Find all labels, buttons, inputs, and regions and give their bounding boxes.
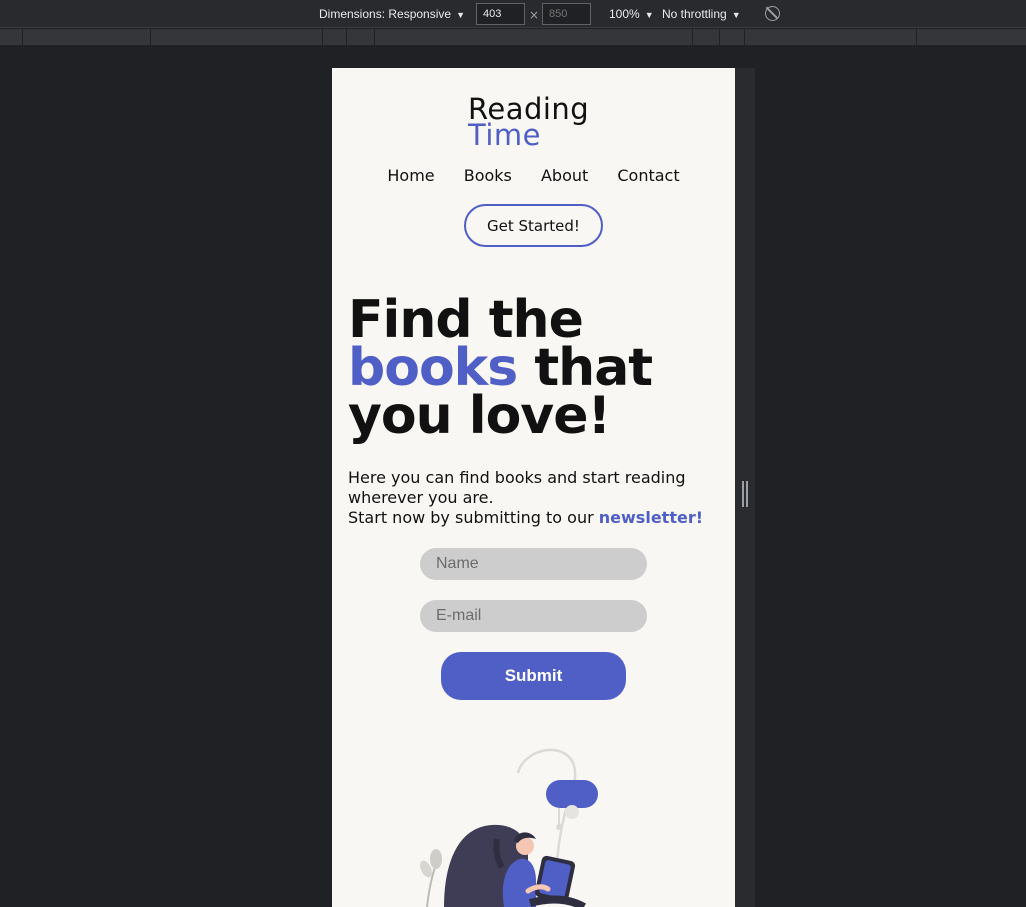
media-query-segment[interactable] [322, 29, 323, 45]
height-input[interactable] [542, 3, 591, 25]
lamp-bulb [565, 805, 579, 819]
width-input[interactable] [476, 3, 525, 25]
media-query-segment[interactable] [916, 29, 917, 45]
plant-leaf [430, 849, 442, 869]
nav-item-about[interactable]: About [541, 166, 588, 185]
throttling-label: No throttling [662, 7, 727, 21]
devtools-device-toolbar: Dimensions: Responsive ▼ × 100% ▼ No throt… [0, 0, 1026, 28]
nav-item-books[interactable]: Books [464, 166, 512, 185]
dimensions-dropdown[interactable]: Dimensions: Responsive ▼ [319, 7, 465, 21]
site-logo[interactable]: Reading Time [468, 95, 608, 150]
media-query-segment[interactable] [374, 29, 375, 45]
media-query-segment[interactable] [346, 29, 347, 45]
dimensions-label: Dimensions: Responsive [319, 7, 452, 21]
media-query-segment[interactable] [744, 29, 745, 45]
description-line1: Here you can find books and start readin… [348, 468, 686, 507]
media-query-bar [0, 29, 1026, 45]
rotate-icon[interactable] [765, 6, 780, 21]
zoom-label: 100% [609, 7, 640, 21]
hero-description: Here you can find books and start readin… [348, 468, 718, 528]
hero-text-part3: you love! [348, 386, 611, 446]
main-nav: Home Books About Contact [332, 166, 735, 185]
chevron-down-icon: ▼ [731, 10, 741, 20]
email-field[interactable] [420, 600, 647, 632]
media-query-segment[interactable] [22, 29, 23, 45]
media-query-segment[interactable] [719, 29, 720, 45]
newsletter-highlight: newsletter! [598, 508, 703, 527]
emulated-viewport: Reading Time Home Books About Contact Ge… [332, 68, 735, 907]
reading-woman-illustration [420, 748, 598, 907]
chevron-down-icon: ▼ [644, 10, 654, 20]
media-query-segment[interactable] [692, 29, 693, 45]
nav-item-home[interactable]: Home [387, 166, 434, 185]
nav-item-contact[interactable]: Contact [617, 166, 679, 185]
name-field[interactable] [420, 548, 647, 580]
lamp-shade [546, 780, 598, 808]
lamp-pull [556, 824, 562, 830]
times-symbol: × [529, 8, 540, 22]
chevron-down-icon: ▼ [456, 10, 465, 20]
throttling-dropdown[interactable]: No throttling ▼ [662, 7, 741, 21]
legs [528, 895, 586, 907]
zoom-dropdown[interactable]: 100% ▼ [609, 7, 654, 21]
description-line2: Start now by submitting to our [348, 508, 594, 527]
media-query-segment[interactable] [150, 29, 151, 45]
resize-handle[interactable] [742, 481, 748, 507]
submit-button[interactable]: Submit [441, 652, 626, 700]
hero-heading: Find the books that you love! [348, 294, 728, 442]
get-started-button[interactable]: Get Started! [464, 204, 603, 247]
